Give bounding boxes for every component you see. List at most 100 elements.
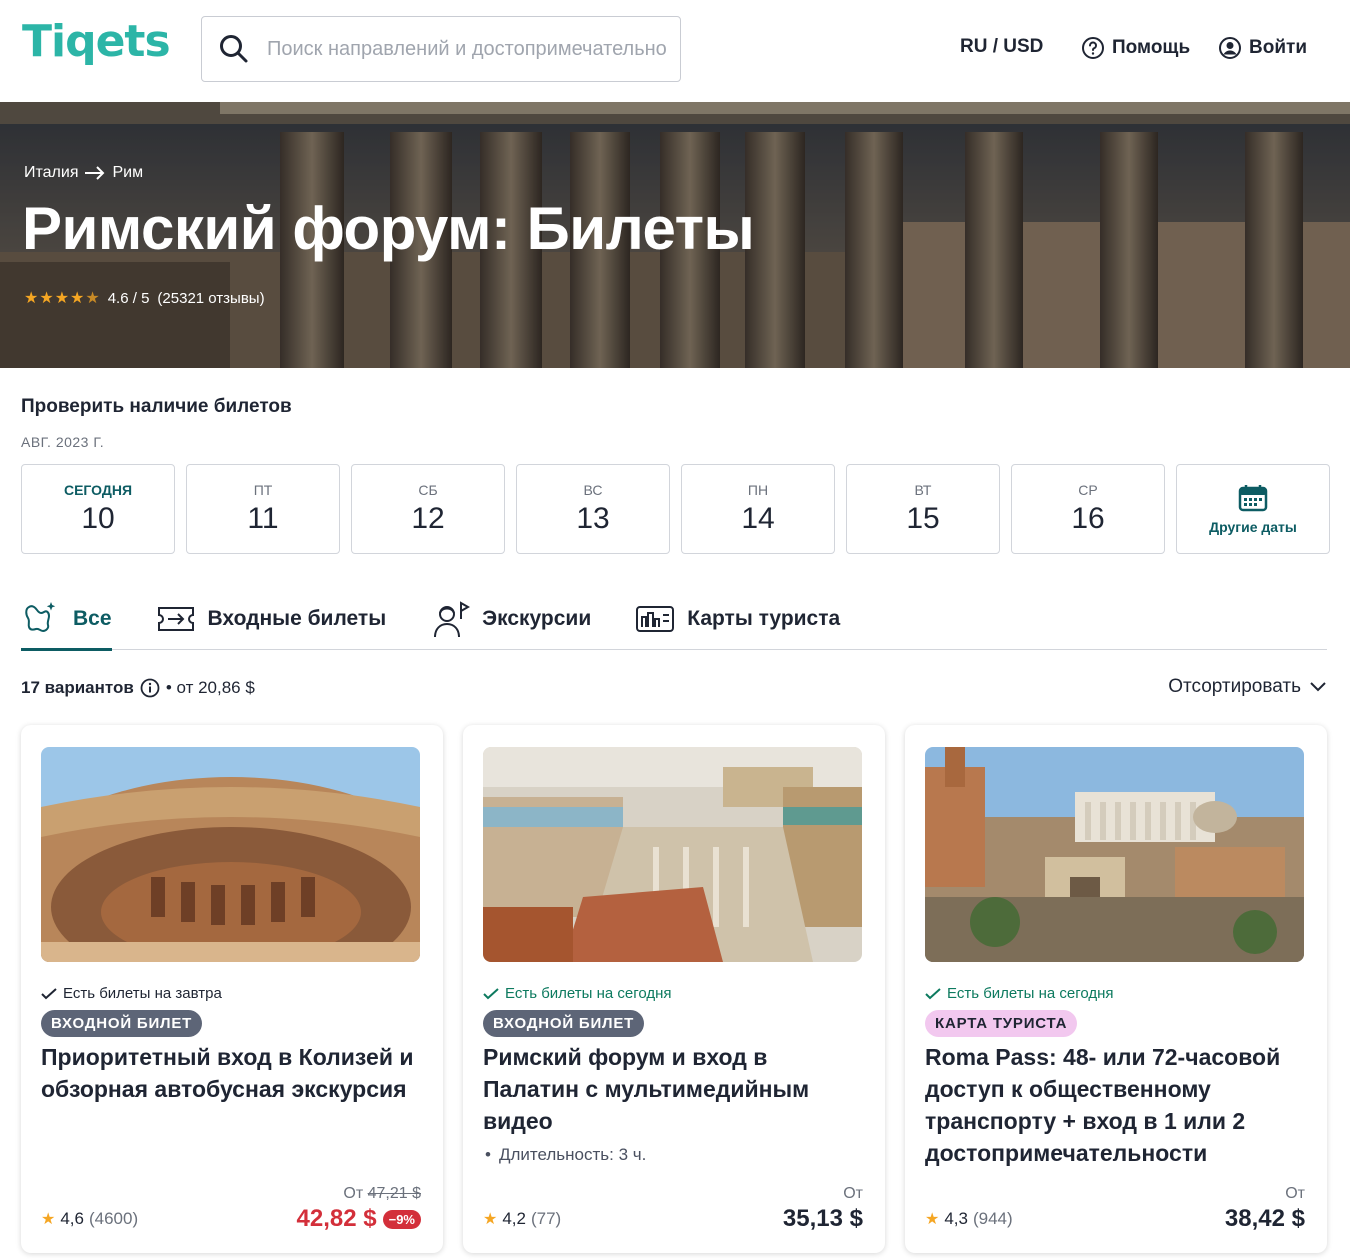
old-price: 47,21 $	[367, 1185, 421, 1202]
review-count: (77)	[530, 1209, 562, 1228]
tab-city-cards[interactable]: Карты туриста	[635, 588, 840, 650]
category-tabs: Все Входные билеты Экскурсии Карты турис…	[21, 588, 1327, 651]
bullet: •	[485, 1145, 491, 1164]
rating-value: 4,3	[944, 1209, 968, 1228]
price: 35,13 $	[783, 1205, 863, 1233]
tab-label: Карты туриста	[687, 607, 841, 630]
category-badge: ВХОДНОЙ БИЛЕТ	[483, 1010, 645, 1037]
login-label: Войти	[1249, 37, 1307, 58]
availability-note: Есть билеты на сегодня	[483, 985, 672, 1002]
other-dates-label: Другие даты	[1209, 519, 1297, 535]
help-label: Помощь	[1112, 37, 1191, 58]
date-option[interactable]: СР 16	[1011, 464, 1165, 554]
rating-value: 4,6	[60, 1209, 84, 1228]
date-dow: ПН	[747, 482, 769, 498]
locale-selector[interactable]: RU / USD	[960, 36, 1043, 58]
breadcrumb-rome[interactable]: Рим	[112, 164, 143, 182]
date-dow: СЕГОДНЯ	[63, 482, 133, 498]
price-value: 38,42 $	[1224, 1205, 1305, 1232]
hero-rating[interactable]: ★ ★ ★ ★ ★ 4.6 / 5 (25321 отзывы)	[24, 288, 265, 308]
price-from: От	[1285, 1185, 1305, 1203]
product-card[interactable]: Есть билеты на завтра ВХОДНОЙ БИЛЕТ Прио…	[21, 725, 443, 1253]
sparkle-map-icon	[25, 602, 56, 633]
date-option[interactable]: ПТ 11	[186, 464, 340, 554]
availability-note: Есть билеты на сегодня	[925, 985, 1114, 1002]
availability-title: Проверить наличие билетов	[21, 396, 292, 417]
date-num: 10	[81, 502, 115, 535]
date-dow: СР	[1078, 482, 1098, 498]
review-count: (25321 отзывы)	[157, 289, 265, 307]
date-num: 16	[1071, 502, 1105, 535]
price-from: От 47,21 $	[343, 1185, 421, 1203]
search-input[interactable]	[267, 37, 667, 61]
date-num: 15	[906, 502, 940, 535]
price-value: 42,82 $	[296, 1205, 377, 1232]
product-title[interactable]: Приоритетный вход в Колизей и обзорная а…	[41, 1041, 426, 1105]
search-icon	[220, 35, 248, 63]
sort-button[interactable]: Отсортировать	[1168, 676, 1327, 698]
discount-badge: −9%	[382, 1209, 421, 1229]
review-count: (944)	[972, 1209, 1013, 1228]
hero-banner: Италия Рим Римский форум: Билеты ★ ★ ★ ★ ★ 4…	[0, 102, 1350, 368]
tab-tours[interactable]: Экскурсии	[430, 588, 591, 650]
rating-value: 4,2	[502, 1209, 526, 1228]
breadcrumb: Италия Рим	[24, 164, 143, 182]
date-num: 14	[741, 502, 775, 535]
tab-label: Экскурсии	[482, 607, 592, 630]
review-count: (4600)	[88, 1209, 139, 1228]
availability-text: Есть билеты на завтра	[63, 985, 222, 1002]
header: Tiqets RU / USD Помощь Войти	[0, 0, 1350, 102]
star-icon: ★	[41, 1211, 56, 1228]
date-dow: ПТ	[253, 482, 273, 498]
results-price-from: • от 20,86 $	[165, 678, 255, 697]
tour-guide-icon	[434, 601, 471, 638]
product-rating: ★ 4,2 (77)	[483, 1209, 561, 1229]
product-title[interactable]: Roma Pass: 48- или 72-часовой доступ к о…	[925, 1041, 1310, 1169]
product-card[interactable]: Есть билеты на сегодня ВХОДНОЙ БИЛЕТ Рим…	[463, 725, 885, 1253]
logo[interactable]: Tiqets	[22, 16, 171, 67]
login-link[interactable]: Войти	[1218, 36, 1307, 60]
breadcrumb-italy[interactable]: Италия	[24, 164, 78, 182]
check-icon	[41, 987, 57, 999]
date-dow: ВТ	[914, 482, 932, 498]
price: 42,82 $ −9%	[297, 1205, 421, 1233]
other-dates-button[interactable]: Другие даты	[1176, 464, 1330, 554]
date-num: 11	[247, 502, 279, 535]
date-option[interactable]: СБ 12	[351, 464, 505, 554]
product-image-roma	[925, 747, 1304, 962]
price-from: От	[843, 1185, 863, 1203]
star-rating-icon: ★ ★ ★ ★ ★	[24, 290, 100, 307]
search-box[interactable]	[201, 16, 681, 82]
date-today[interactable]: СЕГОДНЯ 10	[21, 464, 175, 554]
product-duration: • Длительность: 3 ч.	[485, 1145, 646, 1165]
arrow-right-icon	[85, 166, 105, 180]
calendar-icon	[1238, 485, 1268, 512]
date-dow: СБ	[418, 482, 438, 498]
date-option[interactable]: ПН 14	[681, 464, 835, 554]
sort-label: Отсортировать	[1168, 676, 1301, 697]
category-badge: КАРТА ТУРИСТА	[925, 1010, 1078, 1037]
availability-text: Есть билеты на сегодня	[505, 985, 672, 1002]
from-label: От	[1285, 1185, 1305, 1202]
tab-entry-tickets[interactable]: Входные билеты	[156, 588, 386, 650]
user-circle-icon	[1219, 37, 1241, 59]
price-value: 35,13 $	[782, 1205, 863, 1232]
check-icon	[925, 987, 941, 999]
check-icon	[483, 987, 499, 999]
info-icon[interactable]	[140, 678, 160, 698]
product-title[interactable]: Римский форум и вход в Палатин с мультим…	[483, 1041, 868, 1137]
date-option[interactable]: ВС 13	[516, 464, 670, 554]
question-circle-icon	[1082, 37, 1104, 59]
chevron-down-icon	[1310, 682, 1326, 692]
ticket-icon	[157, 607, 194, 631]
month-label: АВГ. 2023 Г.	[21, 434, 105, 450]
from-label: От	[343, 1185, 364, 1202]
date-dow: ВС	[583, 482, 603, 498]
help-link[interactable]: Помощь	[1081, 36, 1190, 60]
availability-text: Есть билеты на сегодня	[947, 985, 1114, 1002]
product-card[interactable]: Есть билеты на сегодня КАРТА ТУРИСТА Rom…	[905, 725, 1327, 1253]
date-option[interactable]: ВТ 15	[846, 464, 1000, 554]
from-label: От	[843, 1185, 863, 1202]
city-card-icon	[636, 606, 675, 632]
tab-all[interactable]: Все	[21, 588, 112, 651]
